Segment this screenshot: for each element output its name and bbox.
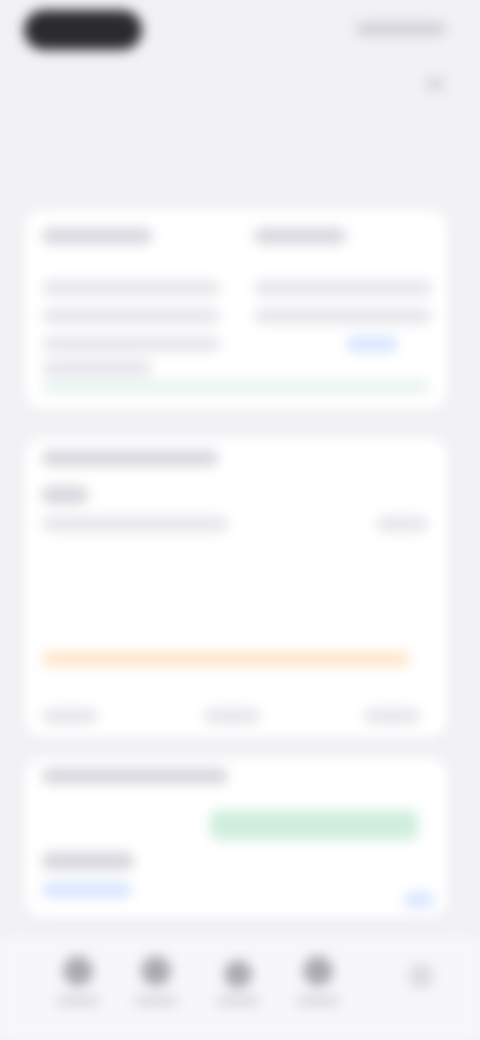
- top-right-control[interactable]: [426, 78, 444, 90]
- chart-card-value: [42, 486, 88, 504]
- summary-card[interactable]: [24, 210, 448, 410]
- nav-label-1: [56, 996, 100, 1006]
- nav-label-4: [296, 996, 340, 1006]
- nav-label-3: [216, 996, 260, 1006]
- chart-card-heading: [42, 450, 218, 466]
- nav-item-3[interactable]: [208, 956, 268, 1026]
- detail-card-link[interactable]: [42, 882, 132, 898]
- chart-icon: [141, 956, 171, 986]
- detail-card[interactable]: [24, 758, 448, 918]
- nav-item-2[interactable]: [126, 956, 186, 1026]
- summary-right-heading: [254, 228, 346, 244]
- profile-icon: [303, 956, 333, 986]
- detail-card-badge: [210, 810, 418, 840]
- plus-icon[interactable]: [408, 963, 434, 989]
- summary-left-heading: [42, 228, 152, 244]
- screen: [0, 0, 480, 1040]
- dynamic-island: [24, 10, 142, 50]
- status-indicators: [356, 22, 446, 36]
- detail-card-heading: [42, 768, 228, 784]
- bottom-navigation: [0, 938, 480, 1040]
- nav-item-4[interactable]: [288, 956, 348, 1026]
- nav-label-2: [134, 996, 178, 1006]
- progress-track: [42, 652, 410, 666]
- status-bar: [0, 0, 480, 64]
- nav-item-1[interactable]: [48, 956, 108, 1026]
- detail-card-value: [42, 852, 134, 870]
- chart-card-pill[interactable]: [376, 516, 428, 532]
- home-icon: [63, 956, 93, 986]
- chart-card[interactable]: [24, 438, 448, 738]
- page-header: [24, 120, 244, 190]
- summary-footer: [42, 380, 430, 394]
- center-icon: [224, 960, 252, 988]
